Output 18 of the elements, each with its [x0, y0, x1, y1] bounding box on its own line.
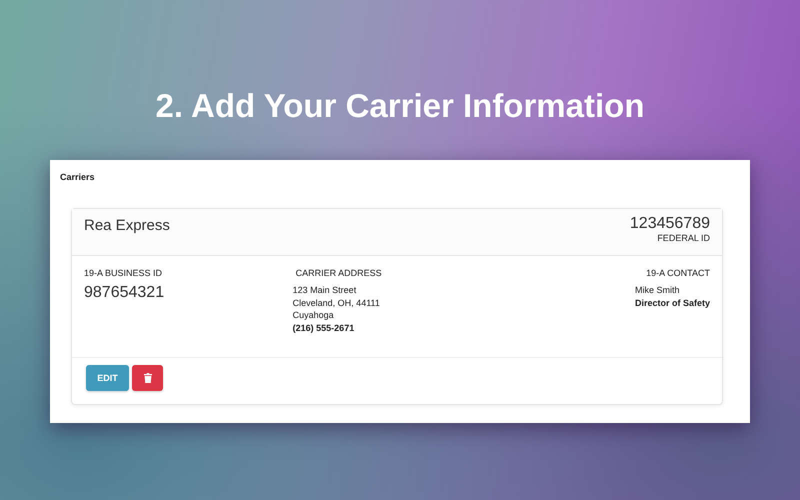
- address-line: (216) 555-2671: [292, 322, 354, 334]
- contact-label: 19-A CONTACT: [646, 268, 710, 278]
- edit-button[interactable]: EDIT: [86, 365, 129, 391]
- federal-id-label: FEDERAL ID: [657, 233, 710, 243]
- headline: 2. Add Your Carrier Information: [156, 86, 644, 126]
- panel-title: Carriers: [60, 172, 95, 182]
- carrier-name: Rea Express: [84, 217, 170, 234]
- delete-button[interactable]: [132, 365, 163, 391]
- address-line: Cleveland, OH, 44111: [292, 296, 380, 309]
- contact-line: Mike Smith: [634, 284, 680, 296]
- address-label: CARRIER ADDRESS: [296, 268, 382, 278]
- business-id-label: 19-A BUSINESS ID: [84, 268, 162, 278]
- address-line: Cuyahoga: [292, 309, 334, 322]
- federal-id: 123456789: [630, 215, 710, 233]
- contact-line: Director of Safety: [634, 296, 710, 309]
- trash-icon: [144, 373, 152, 383]
- address-line: 123 Main Street: [292, 284, 356, 296]
- business-id: 987654321: [84, 284, 164, 302]
